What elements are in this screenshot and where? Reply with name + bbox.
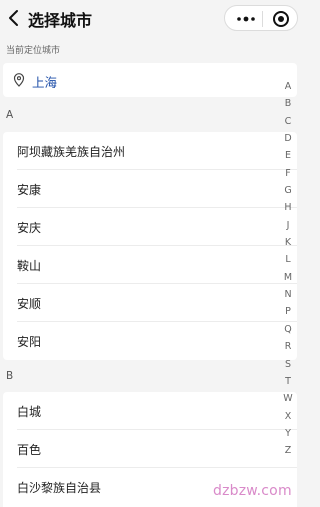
- index-letter-w[interactable]: W: [280, 390, 296, 407]
- index-letter-k[interactable]: K: [280, 234, 296, 251]
- capsule-divider: [262, 11, 263, 27]
- chevron-left-icon[interactable]: [6, 9, 22, 27]
- city-name: 安阳: [17, 335, 42, 349]
- city-name: 白沙黎族自治县: [17, 481, 102, 495]
- city-name: 白城: [17, 405, 42, 419]
- index-letter-a[interactable]: A: [280, 78, 296, 95]
- list-item[interactable]: 百色: [3, 430, 297, 468]
- location-pin-icon: [13, 73, 25, 87]
- city-name: 安庆: [17, 221, 42, 235]
- index-letter-b[interactable]: B: [280, 95, 296, 112]
- index-letter-n[interactable]: N: [280, 286, 296, 303]
- index-letter-z[interactable]: Z: [280, 442, 296, 459]
- index-letter-s[interactable]: S: [280, 356, 296, 373]
- group-letter-a: A: [6, 109, 14, 121]
- alphabet-index-bar: A B C D E F G H J K L M N P Q R S T W X …: [280, 78, 296, 460]
- index-letter-t[interactable]: T: [280, 373, 296, 390]
- watermark: dzbzw.com: [213, 483, 292, 499]
- group-letter-b: B: [6, 370, 14, 382]
- index-letter-j[interactable]: J: [280, 217, 296, 234]
- navigation-bar: 选择城市: [0, 0, 307, 36]
- page-title: 选择城市: [28, 11, 93, 30]
- index-letter-l[interactable]: L: [280, 251, 296, 268]
- index-letter-c[interactable]: C: [280, 113, 296, 130]
- index-letter-r[interactable]: R: [280, 338, 296, 355]
- target-icon[interactable]: [272, 10, 290, 28]
- current-city[interactable]: 上海: [32, 72, 57, 91]
- index-letter-y[interactable]: Y: [280, 425, 296, 442]
- city-name: 鞍山: [17, 259, 42, 273]
- index-letter-p[interactable]: P: [280, 303, 296, 320]
- list-item[interactable]: 阿坝藏族羌族自治州: [3, 132, 297, 170]
- current-location-label: 当前定位城市: [6, 46, 61, 56]
- list-item[interactable]: 安顺: [3, 284, 297, 322]
- index-letter-e[interactable]: E: [280, 147, 296, 164]
- list-item[interactable]: 安康: [3, 170, 297, 208]
- city-name: 阿坝藏族羌族自治州: [17, 145, 126, 159]
- list-item[interactable]: 白城: [3, 392, 297, 430]
- index-letter-d[interactable]: D: [280, 130, 296, 147]
- index-letter-x[interactable]: X: [280, 408, 296, 425]
- index-letter-m[interactable]: M: [280, 269, 296, 286]
- index-letter-f[interactable]: F: [280, 165, 296, 182]
- index-letter-g[interactable]: G: [280, 182, 296, 199]
- more-dots-icon[interactable]: [234, 12, 258, 26]
- index-letter-h[interactable]: H: [280, 199, 296, 216]
- menu-capsule: [224, 5, 298, 31]
- city-name: 安顺: [17, 297, 42, 311]
- city-name: 安康: [17, 183, 42, 197]
- current-location-card[interactable]: 上海: [3, 63, 297, 97]
- index-letter-q[interactable]: Q: [280, 321, 296, 338]
- city-list-a: 阿坝藏族羌族自治州 安康 安庆 鞍山 安顺 安阳: [3, 132, 297, 360]
- city-name: 百色: [17, 443, 42, 457]
- list-item[interactable]: 安庆: [3, 208, 297, 246]
- list-item[interactable]: 安阳: [3, 322, 297, 360]
- list-item[interactable]: 鞍山: [3, 246, 297, 284]
